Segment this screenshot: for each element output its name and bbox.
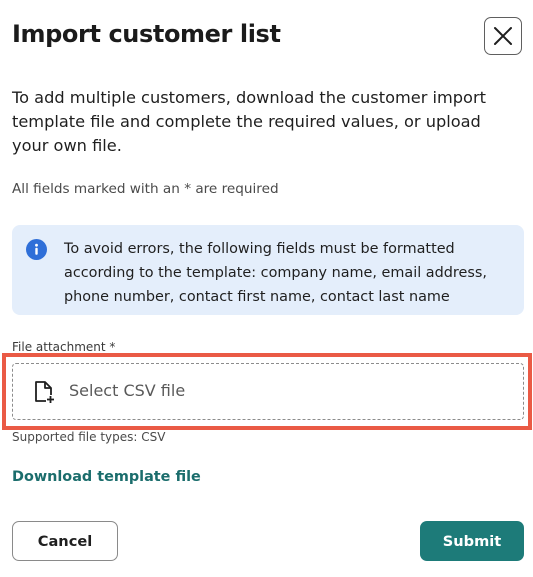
file-attachment-label: File attachment * [12,340,116,354]
cancel-button[interactable]: Cancel [12,521,118,561]
file-add-icon [35,381,55,404]
close-button[interactable] [484,17,522,55]
submit-button[interactable]: Submit [420,521,524,561]
file-select-dropzone[interactable]: Select CSV file [12,363,524,420]
info-banner: To avoid errors, the following fields mu… [12,225,524,315]
intro-text: To add multiple customers, download the … [12,88,486,155]
supported-file-types: Supported file types: CSV [12,430,166,444]
close-icon [494,27,512,45]
info-banner-text: To avoid errors, the following fields mu… [64,241,487,305]
select-csv-file-text: Select CSV file [69,381,186,400]
dialog-title: Import customer list [12,20,281,48]
download-template-link[interactable]: Download template file [12,469,201,485]
required-fields-note: All fields marked with an * are required [12,181,279,197]
info-icon [26,239,47,260]
